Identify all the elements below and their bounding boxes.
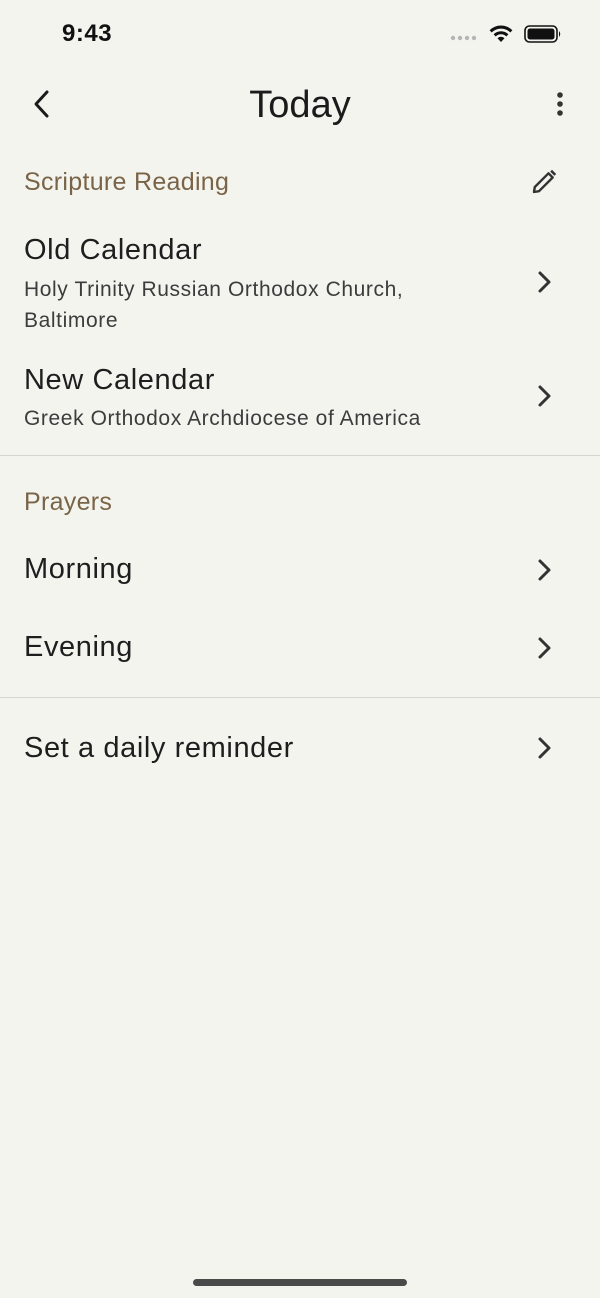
section-header-scripture: Scripture Reading xyxy=(24,168,230,196)
list-item-daily-reminder[interactable]: Set a daily reminder xyxy=(0,716,600,782)
row-title: Set a daily reminder xyxy=(24,732,294,764)
signal-dots-icon xyxy=(450,28,478,46)
chevron-right-icon xyxy=(532,556,556,584)
more-vertical-icon xyxy=(556,91,564,122)
section-divider xyxy=(0,455,600,456)
row-subtitle: Greek Orthodox Archdiocese of America xyxy=(24,407,421,430)
status-bar: 9:43 xyxy=(0,0,600,70)
app-bar: Today xyxy=(0,70,600,142)
list-item-new-calendar[interactable]: New Calendar Greek Orthodox Archdiocese … xyxy=(0,352,600,442)
edit-scripture-button[interactable] xyxy=(526,166,562,202)
battery-icon xyxy=(524,25,562,48)
row-title: New Calendar xyxy=(24,364,215,396)
home-indicator[interactable] xyxy=(193,1279,407,1286)
wifi-icon xyxy=(488,24,514,49)
section-header-prayers: Prayers xyxy=(24,488,113,516)
list-item-old-calendar[interactable]: Old Calendar Holy Trinity Russian Orthod… xyxy=(0,222,600,340)
pencil-icon xyxy=(530,168,558,201)
row-title: Evening xyxy=(24,631,133,663)
chevron-right-icon xyxy=(532,268,556,296)
row-title: Old Calendar xyxy=(24,234,203,266)
list-item-evening[interactable]: Evening xyxy=(0,616,600,682)
section-divider xyxy=(0,697,600,698)
more-options-button[interactable] xyxy=(540,86,580,126)
list-item-morning[interactable]: Morning xyxy=(0,538,600,604)
page-title: Today xyxy=(249,84,351,126)
chevron-right-icon xyxy=(532,634,556,662)
row-subtitle: Holy Trinity Russian Orthodox Church, Ba… xyxy=(24,278,404,332)
chevron-right-icon xyxy=(532,382,556,410)
row-title: Morning xyxy=(24,553,133,585)
status-time: 9:43 xyxy=(62,20,113,47)
status-icons xyxy=(450,24,562,49)
chevron-right-icon xyxy=(532,734,556,762)
